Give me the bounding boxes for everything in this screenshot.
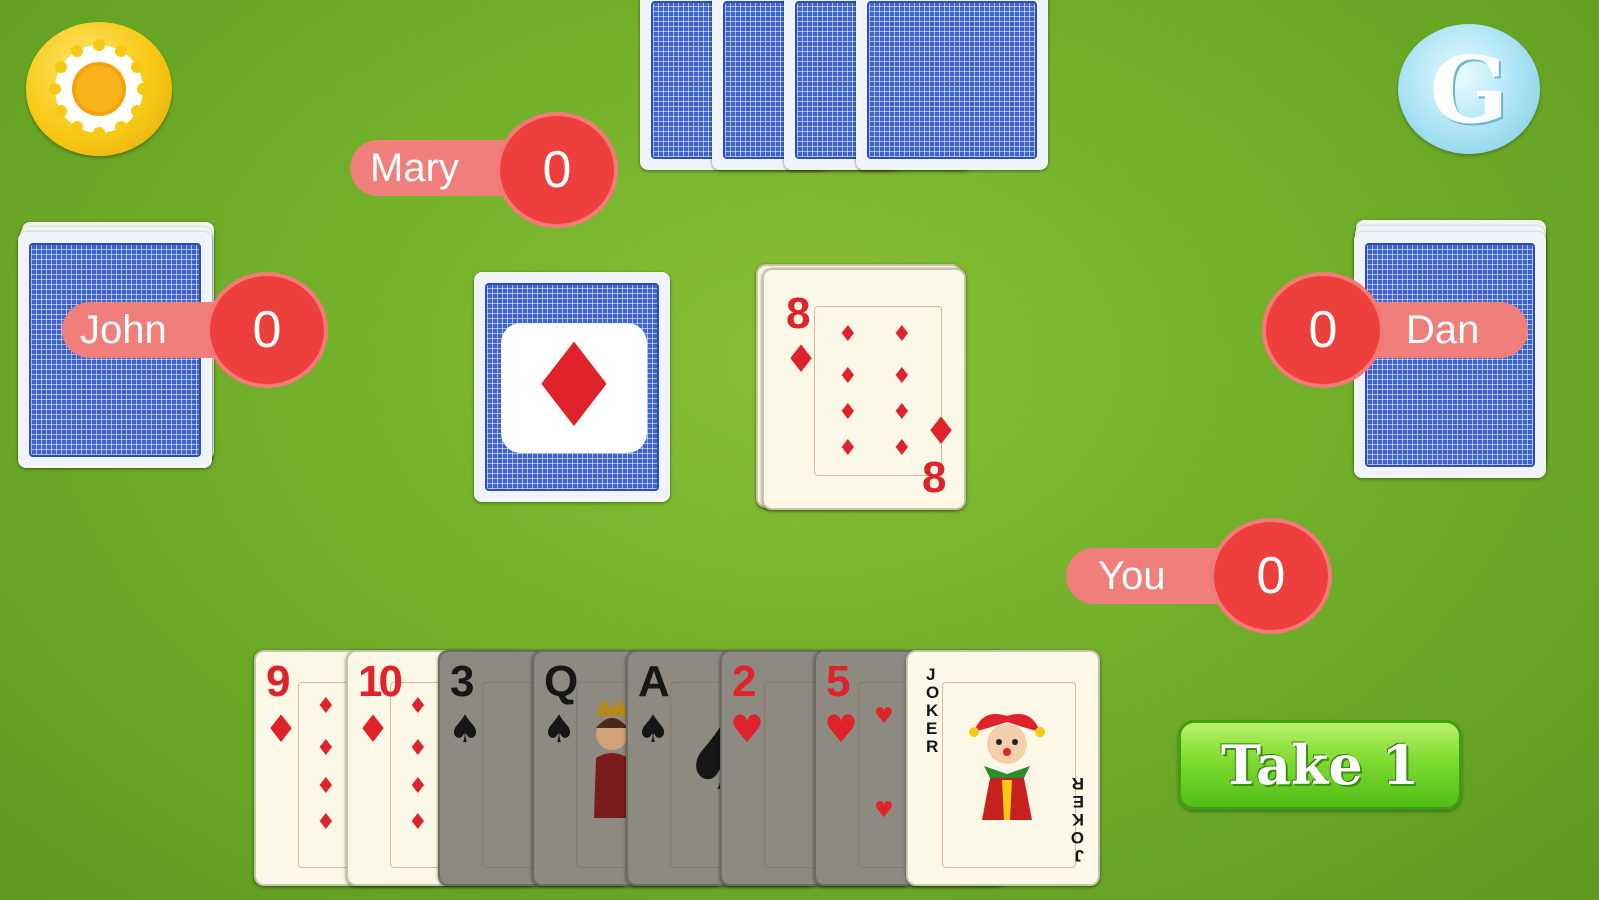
spade-icon: ♠ xyxy=(448,707,483,751)
diamond-icon: ♦ xyxy=(522,319,626,454)
diamond-icon: ♦ xyxy=(892,436,912,461)
card-back xyxy=(856,0,1048,170)
diamond-icon: ♦ xyxy=(892,400,912,425)
current-suit-card: ♦ xyxy=(474,272,670,502)
diamond-icon: ♦ xyxy=(838,364,858,389)
spade-icon: ♠ xyxy=(636,707,671,751)
diamond-icon: ♦ xyxy=(356,707,391,751)
diamond-icon: ♦ xyxy=(316,774,336,799)
diamond-icon: ♦ xyxy=(838,400,858,425)
hand-card-joker[interactable]: JOKER JOKER xyxy=(906,650,1100,886)
you-score: 0 xyxy=(1210,518,1332,634)
joker-label-top: JOKER xyxy=(926,665,940,756)
you-name: You xyxy=(1098,554,1166,598)
diamond-icon: ♦ xyxy=(892,364,912,389)
diamond-icon: ♦ xyxy=(838,436,858,461)
joker-label-bottom: JOKER xyxy=(1070,774,1084,865)
discard-card: 8 ♦ ♦ ♦ ♦ ♦ ♦ ♦ ♦ ♦ ♦ 8 xyxy=(762,268,966,510)
diamond-icon: ♦ xyxy=(316,736,336,761)
heart-icon: ♥ xyxy=(874,798,894,823)
player-hand: 9 ♦ ♦ ♦ ♦ ♦ 10 ♦ ♦ ♦ ♦ ♦ 3 ♠ Q ♠ A ♠ 2 ♥… xyxy=(254,650,1106,890)
discard-pile[interactable]: 8 ♦ ♦ ♦ ♦ ♦ ♦ ♦ ♦ ♦ ♦ 8 xyxy=(756,264,968,512)
diamond-icon: ♦ xyxy=(892,322,912,347)
mary-score: 0 xyxy=(496,112,618,228)
john-score: 0 xyxy=(206,272,328,388)
heart-icon: ♥ xyxy=(874,704,894,729)
dan-name: Dan xyxy=(1406,308,1480,352)
diamond-icon: ♦ xyxy=(838,322,858,347)
mary-hand xyxy=(640,0,1050,172)
heart-icon: ♥ xyxy=(730,707,765,751)
g-icon: G xyxy=(1429,36,1509,144)
jester-icon xyxy=(969,714,1045,820)
diamond-icon: ♦ xyxy=(408,810,428,835)
settings-button[interactable] xyxy=(26,22,172,156)
take-one-button[interactable]: Take 1 xyxy=(1178,720,1462,810)
diamond-icon: ♦ xyxy=(408,774,428,799)
diamond-icon: ♦ xyxy=(924,409,959,453)
diamond-icon: ♦ xyxy=(316,810,336,835)
diamond-icon: ♦ xyxy=(784,337,819,381)
diamond-icon: ♦ xyxy=(316,694,336,719)
diamond-icon: ♦ xyxy=(264,707,299,751)
heart-icon: ♥ xyxy=(824,707,859,751)
mary-name: Mary xyxy=(370,146,459,190)
discard-rank-top: 8 xyxy=(786,289,811,338)
discard-rank-bottom: 8 xyxy=(922,453,947,502)
dan-score: 0 xyxy=(1262,272,1384,388)
gear-icon xyxy=(49,39,149,139)
g-button[interactable]: G xyxy=(1398,24,1540,154)
suit-panel: ♦ xyxy=(501,323,647,453)
take-one-label: Take 1 xyxy=(1220,733,1420,797)
john-name: John xyxy=(80,308,167,352)
diamond-icon: ♦ xyxy=(408,736,428,761)
spade-icon: ♠ xyxy=(542,707,577,751)
diamond-icon: ♦ xyxy=(408,694,428,719)
